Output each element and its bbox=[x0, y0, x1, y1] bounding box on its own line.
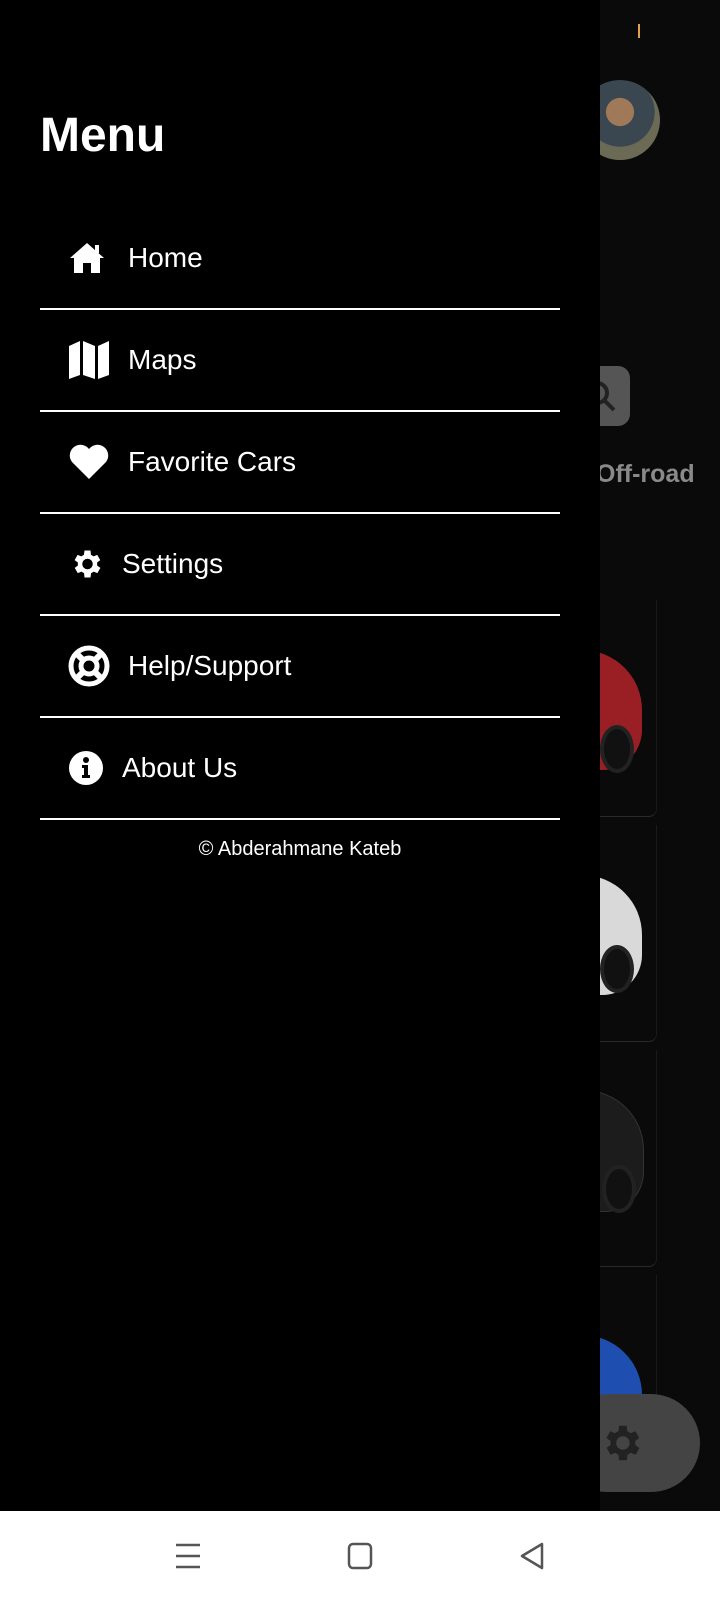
menu-item-label: Settings bbox=[122, 548, 224, 579]
menu-item-help-support[interactable]: Help/Support bbox=[40, 616, 560, 718]
map-icon bbox=[68, 339, 110, 381]
menu-item-label: About Us bbox=[122, 752, 238, 783]
gear-icon bbox=[606, 1425, 640, 1461]
home-button[interactable] bbox=[340, 1539, 380, 1573]
menu-item-about-us[interactable]: About Us bbox=[40, 718, 560, 820]
menu-item-maps[interactable]: Maps bbox=[40, 310, 560, 412]
menu-item-label: Home bbox=[128, 242, 203, 273]
status-indicator bbox=[638, 24, 640, 38]
home-icon bbox=[68, 237, 110, 279]
info-icon bbox=[68, 747, 104, 789]
copyright-text: © Abderahmane Kateb bbox=[198, 838, 402, 860]
menu-item-label: Favorite Cars bbox=[128, 446, 297, 477]
menu-item-settings[interactable]: Settings bbox=[40, 514, 560, 616]
home-square-icon bbox=[347, 1542, 373, 1570]
car-wheel bbox=[600, 725, 634, 773]
menu-item-home[interactable]: Home bbox=[40, 208, 560, 310]
navigation-drawer: Menu Home Maps Favorite Cars Settings He… bbox=[0, 0, 600, 1511]
heart-icon bbox=[68, 441, 110, 483]
category-chip-offroad[interactable]: Off-road bbox=[596, 460, 695, 489]
car-wheel bbox=[600, 945, 634, 993]
back-button[interactable] bbox=[512, 1539, 552, 1573]
gear-icon bbox=[68, 543, 104, 585]
menu-item-label: Help/Support bbox=[128, 650, 292, 681]
drawer-title: Menu bbox=[40, 109, 166, 162]
lifebuoy-icon bbox=[68, 645, 110, 687]
recents-icon bbox=[176, 1543, 200, 1569]
drawer-menu-list: Home Maps Favorite Cars Settings Help/Su… bbox=[40, 208, 560, 820]
back-triangle-icon bbox=[520, 1542, 544, 1570]
recents-button[interactable] bbox=[168, 1539, 208, 1573]
car-wheel bbox=[602, 1165, 636, 1213]
menu-item-label: Maps bbox=[128, 344, 197, 375]
menu-item-favorite-cars[interactable]: Favorite Cars bbox=[40, 412, 560, 514]
system-navigation-bar bbox=[0, 1511, 720, 1600]
